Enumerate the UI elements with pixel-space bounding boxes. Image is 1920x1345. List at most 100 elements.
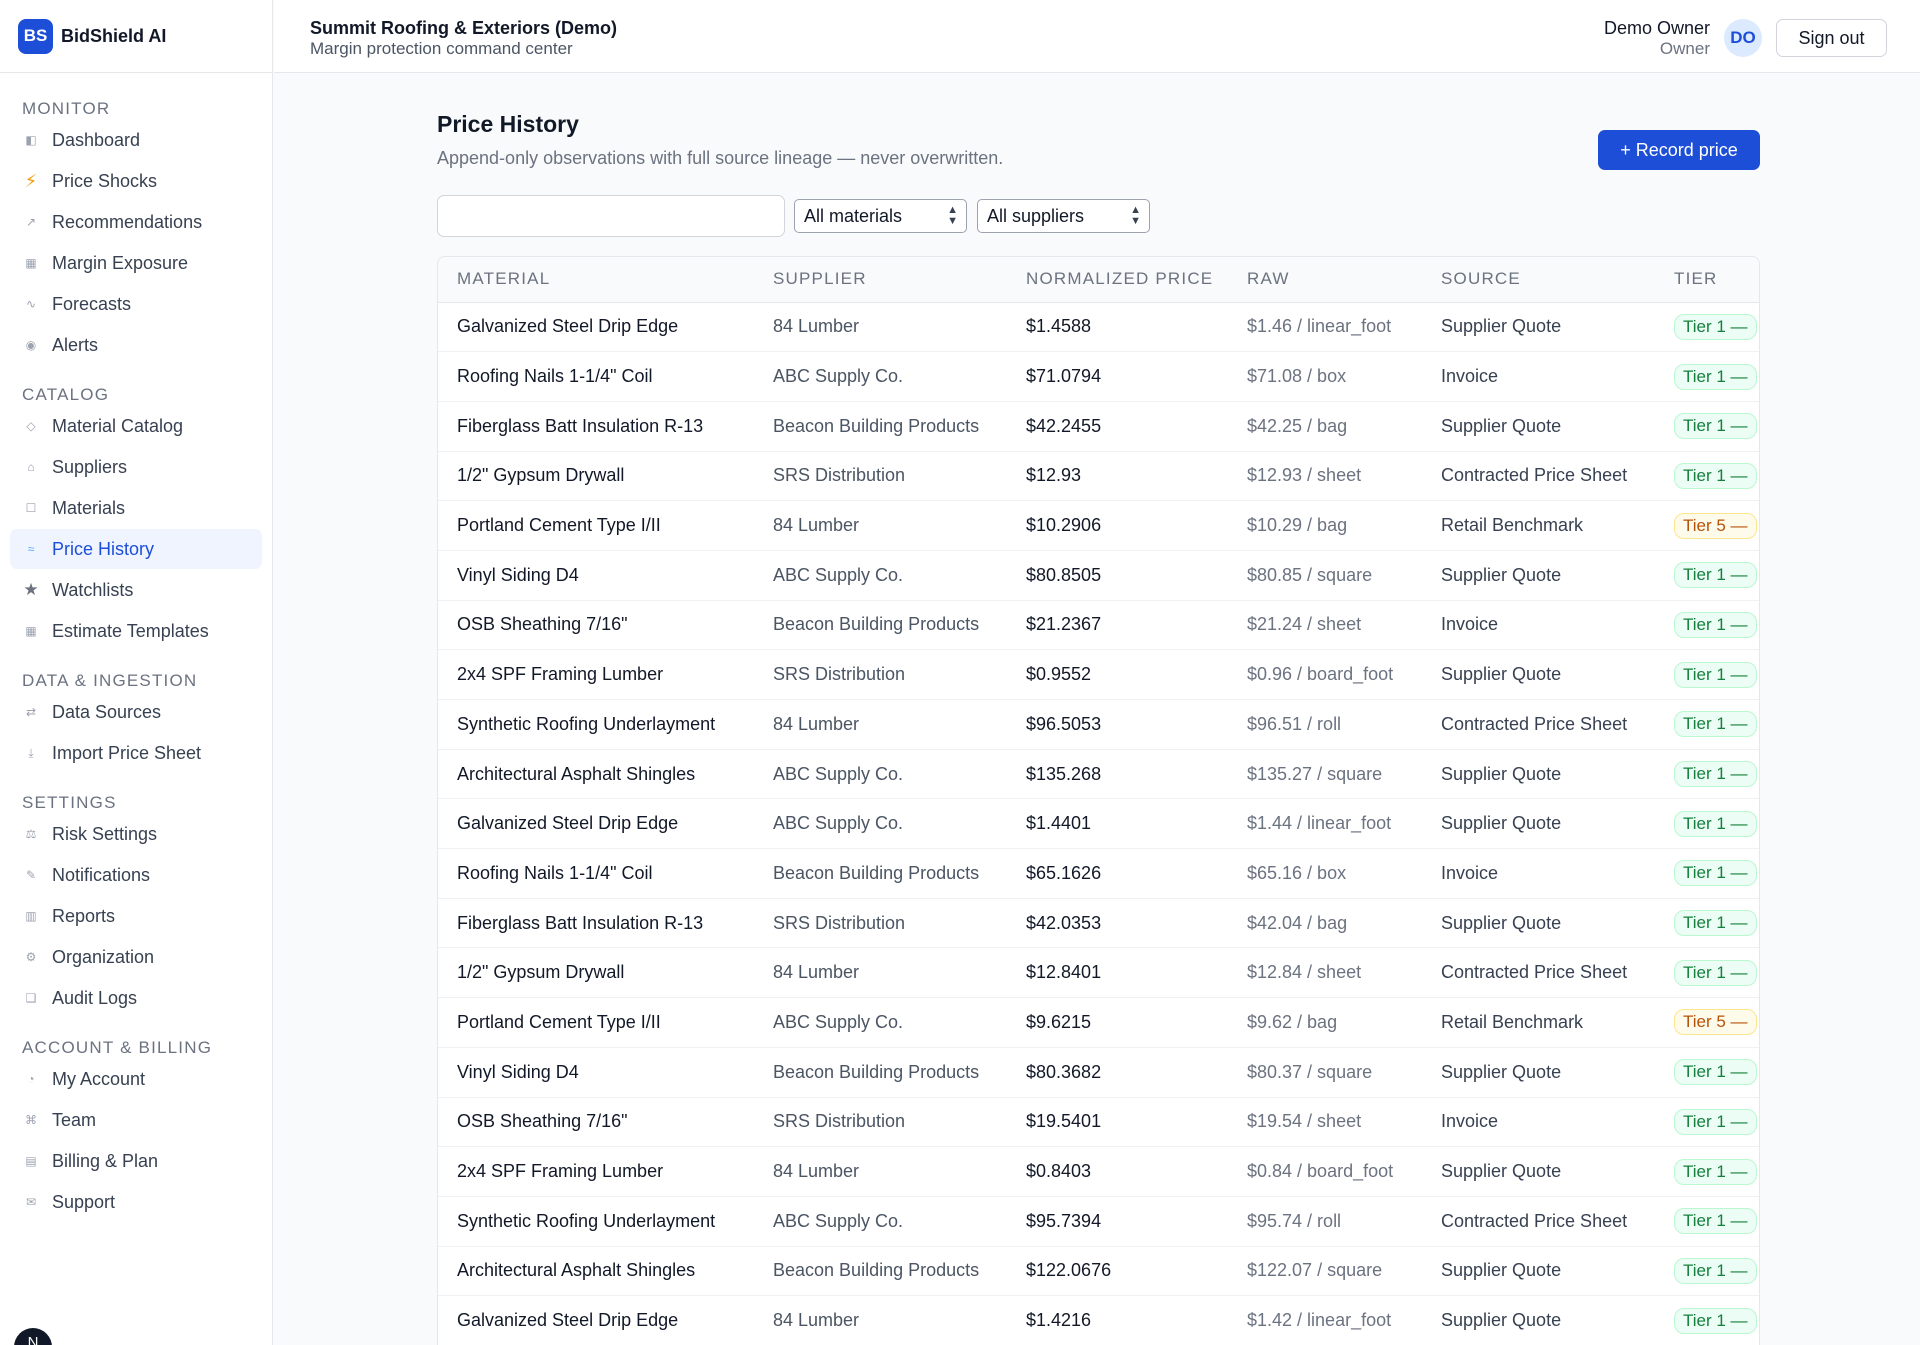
sidebar-item-dashboard[interactable]: ◧ Dashboard — [10, 120, 262, 160]
column-header-supplier[interactable]: SUPPLIER — [754, 257, 1007, 303]
nav-section-title: SETTINGS — [22, 793, 117, 812]
template-icon: ▦ — [25, 624, 37, 638]
mail-icon: ✉ — [25, 1195, 37, 1209]
sidebar-item-label: Suppliers — [52, 456, 128, 477]
sidebar-item-materials[interactable]: ☐ Materials — [10, 488, 262, 528]
sidebar-item-my-account[interactable]: ◔ My Account — [10, 1059, 262, 1099]
sidebar-item-notifications[interactable]: ✎ Notifications — [10, 855, 262, 895]
table-row[interactable]: Vinyl Siding D4 Beacon Building Products $… — [438, 1047, 1759, 1098]
cell-tier: Tier 1 — — [1655, 1146, 1759, 1197]
sidebar-item-label: Organization — [52, 946, 155, 967]
sidebar-item-alerts[interactable]: ◉ Alerts — [10, 325, 262, 365]
cell-price: $1.4588 — [1007, 302, 1228, 353]
cell-tier: Tier 1 — — [1655, 600, 1759, 651]
nav-section-title: CATALOG — [22, 385, 110, 404]
sidebar-item-forecasts[interactable]: ∿ Forecasts — [10, 284, 262, 324]
brand[interactable]: BS BidShield AI — [0, 0, 272, 73]
cell-price: $19.5401 — [1007, 1097, 1228, 1148]
table-row[interactable]: OSB Sheathing 7/16" SRS Distribution $19.5… — [438, 1097, 1759, 1148]
bottom-avatar[interactable]: N — [14, 1328, 52, 1345]
sidebar-item-billing-and-plan[interactable]: ▤ Billing & Plan — [10, 1141, 262, 1181]
cell-material: Architectural Asphalt Shingles — [438, 1246, 754, 1297]
sign-out-button[interactable]: Sign out — [1776, 19, 1887, 57]
table-row[interactable]: 1/2" Gypsum Drywall SRS Distribution $12.9… — [438, 451, 1759, 502]
user-role: Owner — [1659, 39, 1710, 58]
table-row[interactable]: Synthetic Roofing Underlayment ABC Supply… — [438, 1196, 1759, 1247]
cell-price: $42.2455 — [1007, 401, 1228, 452]
sidebar-item-support[interactable]: ✉ Support — [10, 1182, 262, 1222]
supplier-filter-select[interactable]: All suppliers ▲ ▼ — [977, 199, 1150, 233]
sidebar-item-estimate-templates[interactable]: ▦ Estimate Templates — [10, 611, 262, 651]
table-row[interactable]: Roofing Nails 1-1/4" Coil ABC Supply Co. $… — [438, 351, 1759, 402]
tier-badge: Tier 1 — — [1674, 959, 1757, 986]
select-chevron-icon: ▲ ▼ — [947, 204, 958, 227]
column-header-tier[interactable]: TIER — [1655, 257, 1759, 303]
sidebar-item-import-price-sheet[interactable]: ⤓ Import Price Sheet — [10, 733, 262, 773]
sidebar-item-label: Alerts — [52, 334, 99, 355]
sidebar-item-recommendations[interactable]: ↗ Recommendations — [10, 202, 262, 242]
cell-material: Vinyl Siding D4 — [438, 1047, 754, 1098]
cell-supplier: ABC Supply Co. — [754, 749, 1007, 800]
table-row[interactable]: Synthetic Roofing Underlayment 84 Lumber $… — [438, 699, 1759, 750]
sidebar-item-price-shocks[interactable]: ⚡ Price Shocks — [10, 161, 262, 201]
brand-logo: BS — [18, 18, 53, 54]
sidebar-item-data-sources[interactable]: ⇄ Data Sources — [10, 692, 262, 732]
sidebar-item-audit-logs[interactable]: ❏ Audit Logs — [10, 978, 262, 1018]
column-header-material[interactable]: MATERIAL — [438, 257, 754, 303]
column-header-source[interactable]: SOURCE — [1422, 257, 1655, 303]
cell-source: Supplier Quote — [1422, 649, 1655, 700]
table-row[interactable]: 2x4 SPF Framing Lumber 84 Lumber $0.8403 $0… — [438, 1146, 1759, 1197]
page-subtitle: Append-only observations with full sourc… — [437, 148, 1004, 168]
sidebar-item-suppliers[interactable]: ⌂ Suppliers — [10, 447, 262, 487]
table-row[interactable]: OSB Sheathing 7/16" Beacon Building Produ… — [438, 600, 1759, 651]
table-row[interactable]: Galvanized Steel Drip Edge 84 Lumber $1.45… — [438, 302, 1759, 353]
cell-material: Roofing Nails 1-1/4" Coil — [438, 351, 754, 402]
table-row[interactable]: 2x4 SPF Framing Lumber SRS Distribution $0… — [438, 649, 1759, 700]
sidebar-item-organization[interactable]: ⚙ Organization — [10, 937, 262, 977]
cell-price: $10.2906 — [1007, 500, 1228, 551]
table-row[interactable]: Fiberglass Batt Insulation R-13 SRS Distr… — [438, 898, 1759, 949]
star-icon: ★ — [23, 580, 39, 599]
search-input[interactable] — [437, 195, 785, 237]
table-row[interactable]: Roofing Nails 1-1/4" Coil Beacon Building… — [438, 848, 1759, 899]
cell-raw: $0.96 / board_foot — [1228, 649, 1422, 700]
cell-source: Retail Benchmark — [1422, 997, 1655, 1048]
material-filter-select[interactable]: All materials ▲ ▼ — [794, 199, 967, 233]
cell-price: $80.8505 — [1007, 550, 1228, 601]
table-row[interactable]: Architectural Asphalt Shingles Beacon Bui… — [438, 1246, 1759, 1297]
sidebar-item-margin-exposure[interactable]: ▦ Margin Exposure — [10, 243, 262, 283]
table-row[interactable]: Portland Cement Type I/II 84 Lumber $10.29… — [438, 500, 1759, 551]
cell-supplier: SRS Distribution — [754, 898, 1007, 949]
table-row[interactable]: Portland Cement Type I/II ABC Supply Co. $… — [438, 997, 1759, 1048]
table-row[interactable]: 1/2" Gypsum Drywall 84 Lumber $12.8401 $12.… — [438, 947, 1759, 999]
log-icon: ❏ — [25, 991, 37, 1005]
nav-section-data-and-ingestion: DATA & INGESTION ⇄ Data Sources ⤓ Import Pri… — [10, 661, 262, 773]
sidebar-item-risk-settings[interactable]: ⚖ Risk Settings — [10, 814, 262, 854]
table-row[interactable]: Architectural Asphalt Shingles ABC Supply… — [438, 749, 1759, 800]
sidebar-item-label: Billing & Plan — [52, 1150, 159, 1171]
sidebar-item-material-catalog[interactable]: ◇ Material Catalog — [10, 406, 262, 446]
sidebar-item-team[interactable]: ⌘ Team — [10, 1100, 262, 1140]
table-row[interactable]: Galvanized Steel Drip Edge ABC Supply Co.… — [438, 798, 1759, 850]
sidebar-item-watchlists[interactable]: ★ Watchlists — [10, 570, 262, 610]
cell-tier: Tier 1 — — [1655, 451, 1759, 502]
sidebar-item-reports[interactable]: ▥ Reports — [10, 896, 262, 936]
table-row[interactable]: Galvanized Steel Drip Edge 84 Lumber $1.42… — [438, 1295, 1759, 1345]
sidebar-item-label: Recommendations — [52, 211, 203, 232]
record-price-button[interactable]: + Record price — [1598, 130, 1760, 170]
sidebar-item-label: Price History — [52, 538, 155, 559]
sidebar-item-label: Margin Exposure — [52, 252, 189, 273]
cell-raw: $80.37 / square — [1228, 1047, 1422, 1098]
cell-material: Roofing Nails 1-1/4" Coil — [438, 848, 754, 899]
tier-badge: Tier 1 — — [1674, 1108, 1757, 1135]
cell-material: Portland Cement Type I/II — [438, 500, 754, 551]
cell-source: Invoice — [1422, 351, 1655, 402]
table-row[interactable]: Fiberglass Batt Insulation R-13 Beacon Bu… — [438, 401, 1759, 452]
table-row[interactable]: Vinyl Siding D4 ABC Supply Co. $80.8505 $80… — [438, 550, 1759, 601]
column-header-normalized-price[interactable]: NORMALIZED PRICE — [1007, 257, 1228, 303]
column-header-raw[interactable]: RAW — [1228, 257, 1422, 303]
cell-supplier: Beacon Building Products — [754, 1047, 1007, 1098]
cell-material: Vinyl Siding D4 — [438, 550, 754, 601]
user-avatar[interactable]: DO — [1724, 19, 1762, 57]
sidebar-item-price-history[interactable]: ≈ Price History — [10, 529, 262, 569]
